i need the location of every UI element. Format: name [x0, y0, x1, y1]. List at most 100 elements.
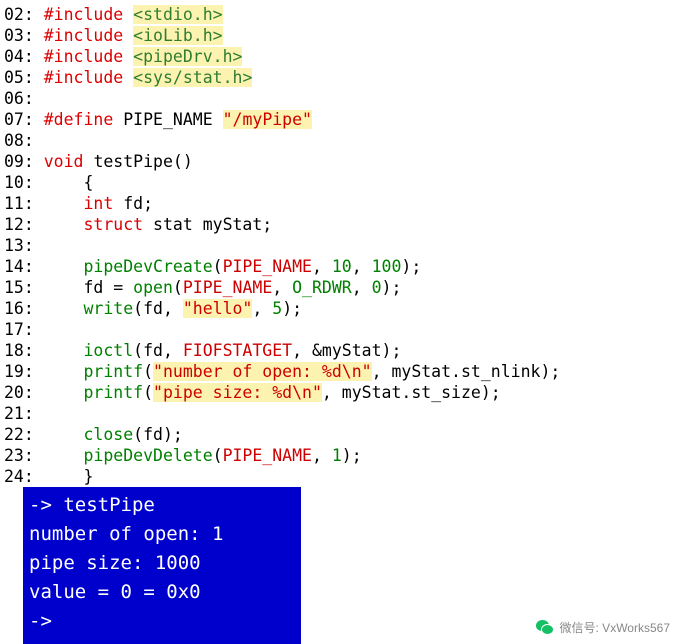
terminal-line: number of open: 1: [29, 523, 224, 545]
code-token: <sys/stat.h>: [133, 68, 253, 87]
code-line: 05: #include <sys/stat.h>: [0, 67, 676, 88]
line-number: 11:: [4, 194, 34, 213]
code-line: 02: #include <stdio.h>: [0, 4, 676, 25]
terminal-output: -> testPipe number of open: 1 pipe size: 1…: [23, 487, 301, 644]
code-token: "/myPipe": [222, 110, 312, 129]
code-token: (fd);: [133, 425, 183, 444]
line-number: 03:: [4, 26, 34, 45]
code-token: open: [133, 278, 173, 297]
code-line: 22: close(fd);: [0, 424, 676, 445]
code-token: pipeDevCreate: [83, 257, 213, 276]
code-token: close: [83, 425, 134, 444]
code-line: 18: ioctl(fd, FIOFSTATGET, &myStat);: [0, 340, 676, 361]
terminal-line: -> testPipe: [29, 494, 155, 516]
footer-text: 微信号: VxWorks567: [559, 621, 670, 635]
code-line: 09: void testPipe(): [0, 151, 676, 172]
code-line: 16: write(fd, "hello", 5);: [0, 298, 676, 319]
code-token: PIPE_NAME: [222, 257, 312, 276]
code-line: 12: struct stat myStat;: [0, 214, 676, 235]
code-line: 06:: [0, 88, 676, 109]
code-line: 10: {: [0, 172, 676, 193]
line-number: 22:: [4, 425, 34, 444]
code-token: (): [172, 152, 193, 171]
code-token: #include: [43, 26, 124, 45]
code-token: ,: [311, 257, 332, 276]
code-token: );: [381, 278, 402, 297]
code-token: ioctl: [83, 341, 134, 360]
code-line: 19: printf("number of open: %d\n", mySta…: [0, 361, 676, 382]
code-token: {: [33, 173, 94, 192]
code-token: 0: [371, 278, 382, 297]
code-line: 21:: [0, 403, 676, 424]
code-token: }: [33, 467, 94, 486]
line-number: 02:: [4, 5, 34, 24]
line-number: 12:: [4, 215, 34, 234]
code-token: 10: [331, 257, 352, 276]
line-number: 09:: [4, 152, 34, 171]
code-token: (: [143, 362, 154, 381]
code-token: FIOFSTATGET: [182, 341, 293, 360]
code-token: 5: [272, 299, 283, 318]
code-token: , myStat.st_size);: [321, 383, 501, 402]
code-token: printf: [83, 383, 144, 402]
line-number: 15:: [4, 278, 34, 297]
code-token: stat myStat;: [143, 215, 273, 234]
line-number: 21:: [4, 404, 34, 423]
line-number: 16:: [4, 299, 34, 318]
line-number: 19:: [4, 362, 34, 381]
code-line: 20: printf("pipe size: %d\n", myStat.st_…: [0, 382, 676, 403]
line-number: 04:: [4, 47, 34, 66]
code-token: (: [212, 257, 223, 276]
code-token: fd;: [113, 194, 154, 213]
code-token: printf: [83, 362, 144, 381]
code-token: <ioLib.h>: [133, 26, 223, 45]
code-token: ,: [311, 446, 332, 465]
code-token: (fd,: [133, 341, 183, 360]
line-number: 17:: [4, 320, 34, 339]
code-line: 03: #include <ioLib.h>: [0, 25, 676, 46]
line-number: 06:: [4, 89, 34, 108]
code-line: 08:: [0, 130, 676, 151]
code-token: PIPE_NAME: [182, 278, 273, 297]
line-number: 24:: [4, 467, 34, 486]
code-line: 24: }: [0, 466, 676, 487]
line-number: 14:: [4, 257, 34, 276]
code-line: 14: pipeDevCreate(PIPE_NAME, 10, 100);: [0, 256, 676, 277]
code-token: PIPE_NAME: [113, 110, 223, 129]
code-token: int: [83, 194, 114, 213]
code-line: 13:: [0, 235, 676, 256]
code-line: 15: fd = open(PIPE_NAME, O_RDWR, 0);: [0, 277, 676, 298]
line-number: 08:: [4, 131, 34, 150]
code-token: <stdio.h>: [133, 5, 223, 24]
line-number: 18:: [4, 341, 34, 360]
terminal-line: value = 0 = 0x0: [29, 581, 201, 603]
code-token: #include: [43, 47, 124, 66]
code-token: );: [401, 257, 422, 276]
code-token: testPipe: [93, 152, 173, 171]
code-token: O_RDWR: [292, 278, 352, 297]
code-line: 11: int fd;: [0, 193, 676, 214]
code-token: ,: [272, 278, 293, 297]
code-token: fd =: [33, 278, 134, 297]
code-line: 23: pipeDevDelete(PIPE_NAME, 1);: [0, 445, 676, 466]
line-number: 13:: [4, 236, 34, 255]
code-token: #include: [43, 68, 124, 87]
code-token: (: [212, 446, 223, 465]
code-token: "hello": [182, 299, 253, 318]
